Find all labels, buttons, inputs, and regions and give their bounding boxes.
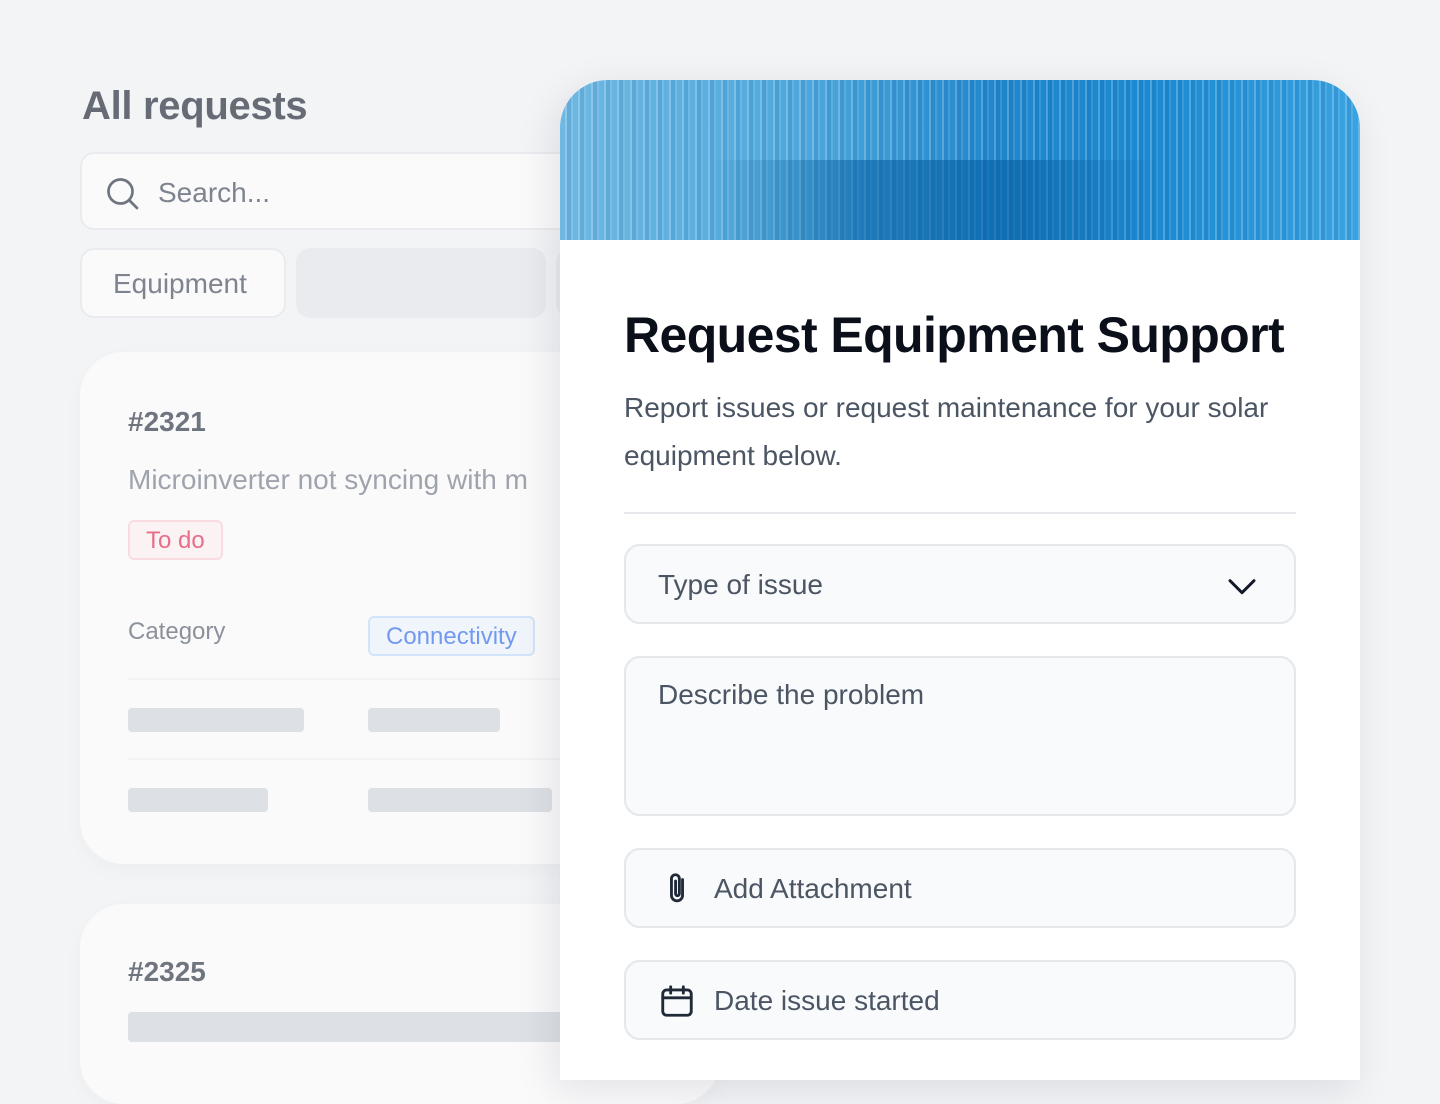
form-title: Request Equipment Support [624, 307, 1285, 363]
problem-description-textarea[interactable]: Describe the problem [624, 656, 1296, 816]
filter-chip-equipment[interactable]: Equipment [80, 248, 286, 318]
date-issue-started-field[interactable]: Date issue started [624, 960, 1296, 1040]
paperclip-icon [670, 873, 684, 903]
status-badge: To do [128, 520, 223, 560]
add-attachment-button[interactable]: Add Attachment [624, 848, 1296, 928]
divider [624, 512, 1296, 514]
chevron-down-icon [1228, 579, 1256, 595]
filter-chip-placeholder [296, 248, 546, 318]
issue-type-placeholder: Type of issue [658, 569, 823, 600]
skeleton-bar [128, 788, 268, 812]
request-id: #2325 [128, 956, 206, 987]
attachment-label: Add Attachment [714, 873, 912, 904]
date-placeholder: Date issue started [714, 985, 940, 1016]
search-placeholder: Search... [158, 177, 271, 208]
problem-placeholder: Describe the problem [658, 679, 925, 710]
skeleton-bar [368, 708, 500, 732]
calendar-icon [661, 985, 693, 1017]
skeleton-bar [368, 788, 552, 812]
banner-shade [710, 160, 1160, 240]
search-icon [107, 178, 139, 210]
issue-type-select[interactable]: Type of issue [624, 544, 1296, 624]
filter-chip-label: Equipment [113, 268, 247, 299]
form-subtitle: Report issues or request maintenance for… [624, 392, 1269, 471]
support-request-form: Request Equipment Support Report issues … [560, 80, 1360, 1080]
request-description: Microinverter not syncing with m [128, 464, 528, 495]
skeleton-bar [128, 708, 304, 732]
category-badge: Connectivity [368, 616, 535, 656]
request-id: #2321 [128, 406, 206, 437]
header-banner-image [560, 80, 1360, 240]
category-label: Category [128, 618, 226, 645]
page-title: All requests [82, 84, 308, 128]
